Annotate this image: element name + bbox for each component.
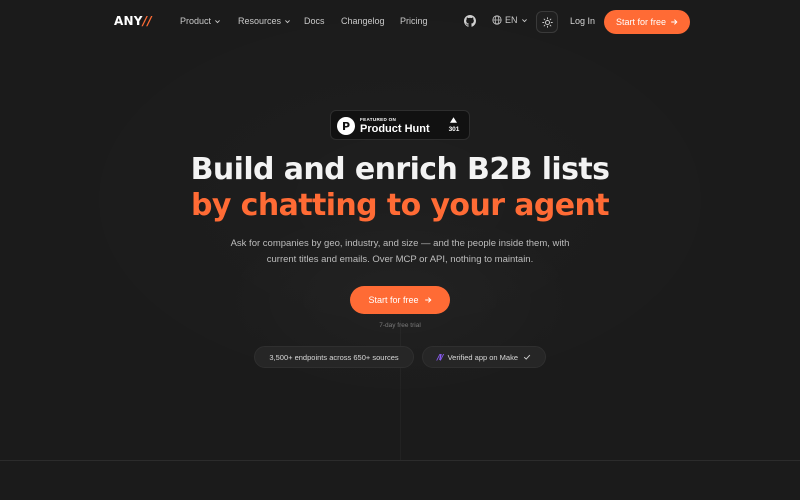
- trial-note: 7-day free trial: [379, 322, 421, 329]
- hero-headline: Build and enrich B2B lists: [190, 152, 610, 187]
- nav-start-free-button[interactable]: Start for free: [604, 10, 690, 34]
- nav-pricing[interactable]: Pricing: [400, 16, 428, 26]
- checkmark-icon: [523, 354, 531, 360]
- nav-changelog[interactable]: Changelog: [341, 16, 385, 26]
- hero-headline-accent: by chatting to your agent: [190, 188, 610, 223]
- language-label: EN: [505, 15, 518, 25]
- endpoints-label: 3,500+ endpoints across 650+ sources: [269, 352, 399, 362]
- github-icon[interactable]: [464, 15, 476, 27]
- language-selector[interactable]: EN: [492, 15, 528, 25]
- nav-changelog-label: Changelog: [341, 16, 385, 26]
- hero-start-free-button[interactable]: Start for free: [350, 286, 450, 314]
- product-hunt-icon: P: [337, 117, 355, 135]
- upvote-triangle-icon: [450, 117, 457, 123]
- login-link[interactable]: Log In: [570, 16, 595, 26]
- endpoints-badge: 3,500+ endpoints across 650+ sources: [254, 346, 414, 368]
- featured-on-label: FEATURED ON: [360, 117, 397, 122]
- product-hunt-name: Product Hunt: [360, 123, 430, 135]
- nav-pricing-label: Pricing: [400, 16, 428, 26]
- make-verified-badge[interactable]: /l/ Verified app on Make: [422, 346, 546, 368]
- nav-product-label: Product: [180, 16, 212, 26]
- nav-docs-label: Docs: [304, 16, 325, 26]
- make-label: Verified app on Make: [447, 352, 519, 362]
- hero-cta-label: Start for free: [368, 295, 419, 305]
- upvote-count: 301: [448, 126, 460, 133]
- nav-cta-label: Start for free: [615, 17, 667, 27]
- sun-icon: [541, 16, 553, 28]
- top-navigation: ANY// Product Resources Docs Changelog P…: [0, 0, 800, 44]
- arrow-right-icon: [671, 19, 678, 25]
- nav-resources-label: Resources: [238, 16, 282, 26]
- hero-subtitle-line1: Ask for companies by geo, industry, and …: [230, 238, 570, 249]
- theme-toggle-button[interactable]: [536, 11, 558, 33]
- nav-product[interactable]: Product: [180, 16, 221, 26]
- logo-slashes: //: [142, 14, 152, 28]
- brand-logo[interactable]: ANY//: [114, 14, 152, 28]
- nav-resources[interactable]: Resources: [238, 16, 291, 26]
- globe-icon: [492, 15, 502, 25]
- chevron-down-icon: [285, 19, 290, 23]
- nav-docs[interactable]: Docs: [304, 16, 325, 26]
- chevron-down-icon: [521, 18, 527, 22]
- hero-subtitle-line2: current titles and emails. Over MCP or A…: [266, 254, 534, 265]
- product-hunt-badge[interactable]: P FEATURED ON Product Hunt 301: [330, 110, 470, 140]
- background-line: [400, 320, 401, 460]
- section-divider: [0, 460, 800, 461]
- arrow-right-icon: [424, 297, 431, 303]
- chevron-down-icon: [215, 19, 220, 23]
- logo-text: ANY: [114, 14, 143, 28]
- make-logo-icon: /l/: [436, 352, 444, 362]
